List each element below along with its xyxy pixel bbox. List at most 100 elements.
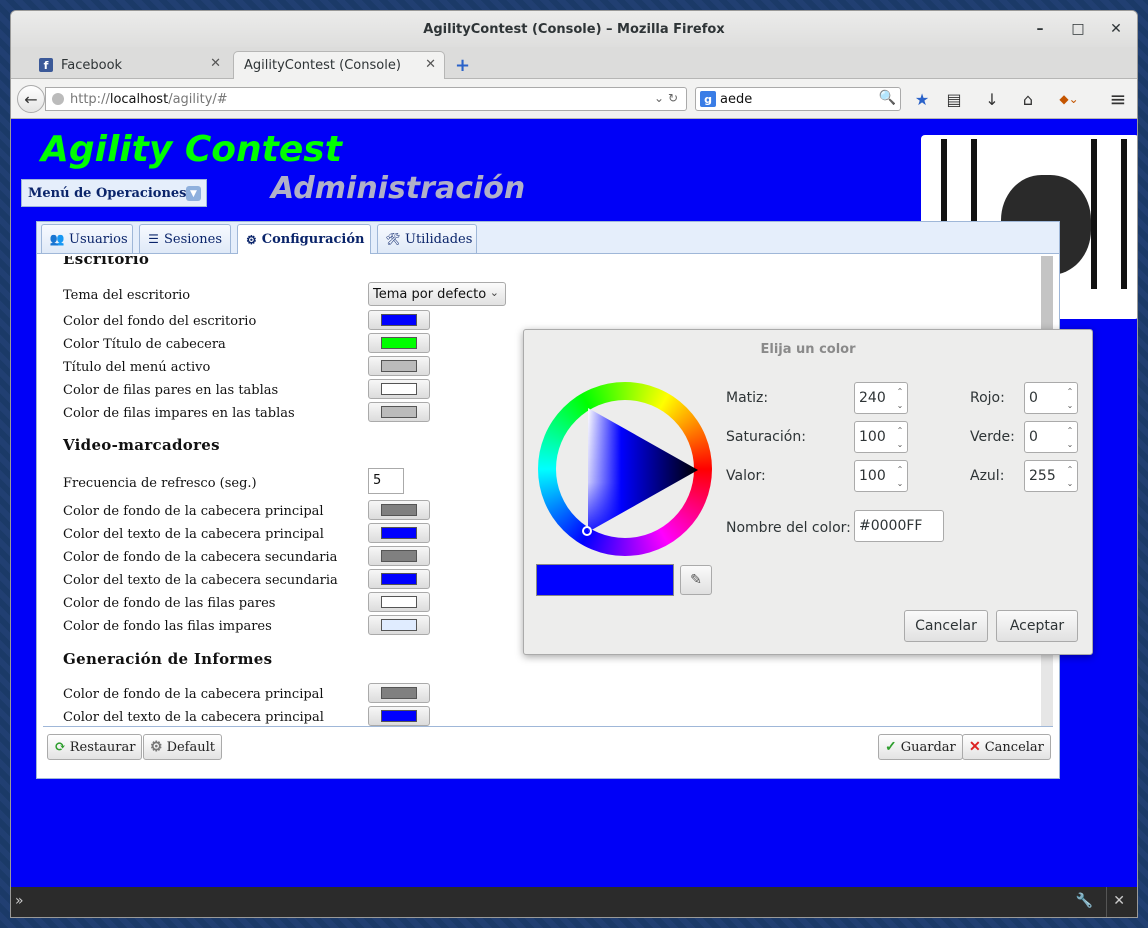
panel-buttonbar: ⟳ Restaurar ⚙ Default ✓ Guardar ✕ Cancel… [43, 726, 1053, 772]
developer-toolbar: » 🔧 ✕ [11, 887, 1137, 917]
tab-label: Configuración [261, 232, 365, 247]
color-swatch-button[interactable] [368, 523, 430, 543]
color-swatch-button[interactable] [368, 310, 430, 330]
red-value: 0 [1029, 390, 1038, 406]
spin-down-icon[interactable]: ⌄ [895, 399, 905, 411]
field-label: Color de fondo las filas impares [63, 619, 272, 634]
color-swatch [381, 383, 417, 395]
color-swatch-button[interactable] [368, 500, 430, 520]
tab-sesiones[interactable]: ☰ Sesiones [139, 224, 231, 253]
minimize-button[interactable]: – [1025, 19, 1055, 39]
url-dropdown-icon[interactable]: ⌄ [654, 91, 664, 105]
color-name-input[interactable]: #0000FF [854, 510, 944, 542]
color-swatch-button[interactable] [368, 569, 430, 589]
menu-icon[interactable]: ≡ [1107, 87, 1129, 111]
color-swatch-button[interactable] [368, 402, 430, 422]
close-window-button[interactable]: ✕ [1101, 19, 1131, 39]
tab-label: Utilidades [405, 231, 473, 247]
color-swatch-button[interactable] [368, 706, 430, 726]
spin-down-icon[interactable]: ⌄ [1065, 399, 1075, 411]
spin-up-icon[interactable]: ⌃ [895, 424, 905, 436]
globe-icon [52, 93, 64, 105]
dialog-accept-button[interactable]: Aceptar [996, 610, 1078, 642]
spin-down-icon[interactable]: ⌄ [895, 438, 905, 450]
color-swatch-button[interactable] [368, 615, 430, 635]
back-button[interactable]: ← [17, 85, 45, 113]
url-host: localhost [109, 91, 169, 107]
maximize-button[interactable]: □ [1063, 19, 1093, 39]
tab-utilidades[interactable]: 🛠 Utilidades [377, 224, 477, 253]
search-input[interactable]: aede [720, 92, 752, 107]
users-icon: 👥 [49, 232, 65, 246]
value-spinner[interactable]: 100 ⌃ ⌄ [854, 460, 908, 492]
dialog-cancel-button[interactable]: Cancelar [904, 610, 988, 642]
red-spinner[interactable]: 0 ⌃ ⌄ [1024, 382, 1078, 414]
color-swatch-button[interactable] [368, 356, 430, 376]
close-icon[interactable]: ✕ [1113, 893, 1125, 909]
scrollbar-thumb[interactable] [1041, 256, 1053, 330]
url-path: /agility/# [168, 91, 228, 107]
refresh-input[interactable]: 5 [368, 468, 404, 494]
new-tab-button[interactable]: + [455, 55, 470, 76]
search-bar[interactable]: g aede 🔍 [695, 87, 901, 111]
spin-up-icon[interactable]: ⌃ [1065, 463, 1075, 475]
reload-icon[interactable]: ↻ [668, 91, 678, 105]
search-icon[interactable]: 🔍 [879, 90, 896, 106]
color-swatch [381, 314, 417, 326]
blue-spinner[interactable]: 255 ⌃ ⌄ [1024, 460, 1078, 492]
color-swatch-button[interactable] [368, 546, 430, 566]
field-label: Color del texto de la cabecera secundari… [63, 573, 338, 588]
spin-up-icon[interactable]: ⌃ [1065, 424, 1075, 436]
browser-tabstrip: f Facebook ✕ AgilityContest (Console) ✕ … [11, 47, 1137, 79]
addon-icon[interactable]: ◆⌄ [1053, 89, 1085, 109]
library-icon[interactable]: ▤ [943, 89, 965, 109]
saturation-spinner[interactable]: 100 ⌃ ⌄ [854, 421, 908, 453]
color-swatch-button[interactable] [368, 333, 430, 353]
spin-up-icon[interactable]: ⌃ [895, 385, 905, 397]
color-swatch-button[interactable] [368, 683, 430, 703]
download-icon[interactable]: ↓ [981, 89, 1003, 109]
save-button[interactable]: ✓ Guardar [878, 734, 963, 760]
url-actions: ⌄ ↻ [654, 91, 678, 105]
tab-close-icon[interactable]: ✕ [425, 57, 436, 72]
url-bar[interactable]: http:// localhost /agility/# ⌄ ↻ [45, 87, 687, 111]
tab-close-icon[interactable]: ✕ [210, 56, 221, 71]
field-label: Color del fondo del escritorio [63, 314, 257, 329]
eyedropper-button[interactable]: ✎ [680, 565, 712, 595]
window-title: AgilityContest (Console) – Mozilla Firef… [423, 21, 725, 37]
default-button[interactable]: ⚙ Default [143, 734, 222, 760]
color-name-label: Nombre del color: [726, 520, 851, 536]
operations-menu-button[interactable]: Menú de Operaciones ▼ [21, 179, 207, 207]
tab-label: Facebook [61, 57, 123, 73]
wrench-icon[interactable]: 🔧 [1076, 893, 1093, 909]
spin-down-icon[interactable]: ⌄ [895, 477, 905, 489]
spin-up-icon[interactable]: ⌃ [895, 463, 905, 475]
color-swatch [381, 527, 417, 539]
tab-agilitycontest[interactable]: AgilityContest (Console) ✕ [233, 51, 445, 79]
section-heading: Escritorio [63, 256, 150, 268]
color-swatch-button[interactable] [368, 379, 430, 399]
green-value: 0 [1029, 429, 1038, 445]
hue-spinner[interactable]: 240 ⌃ ⌄ [854, 382, 908, 414]
color-swatch-button[interactable] [368, 592, 430, 612]
tab-usuarios[interactable]: 👥 Usuarios [41, 224, 133, 253]
tab-configuracion[interactable]: ⚙ Configuración [237, 224, 371, 254]
restore-button[interactable]: ⟳ Restaurar [47, 734, 143, 760]
chevron-right-icon[interactable]: » [15, 893, 24, 909]
home-icon[interactable]: ⌂ [1017, 89, 1039, 109]
tab-label: Usuarios [69, 231, 128, 247]
spin-down-icon[interactable]: ⌄ [1065, 477, 1075, 489]
field-label: Color del texto de la cabecera principal [63, 527, 324, 542]
blue-value: 255 [1029, 468, 1056, 484]
google-icon[interactable]: g [700, 91, 716, 107]
color-marker[interactable] [582, 526, 592, 536]
saturation-label: Saturación: [726, 429, 806, 445]
spin-up-icon[interactable]: ⌃ [1065, 385, 1075, 397]
bookmark-star-icon[interactable]: ★ [911, 89, 933, 109]
green-spinner[interactable]: 0 ⌃ ⌄ [1024, 421, 1078, 453]
spin-down-icon[interactable]: ⌄ [1065, 438, 1075, 450]
tab-facebook[interactable]: f Facebook ✕ [29, 51, 229, 79]
field-label: Tema del escritorio [63, 288, 191, 303]
cancel-button[interactable]: ✕ Cancelar [962, 734, 1051, 760]
theme-select[interactable]: Tema por defecto ⌄ [368, 282, 506, 306]
